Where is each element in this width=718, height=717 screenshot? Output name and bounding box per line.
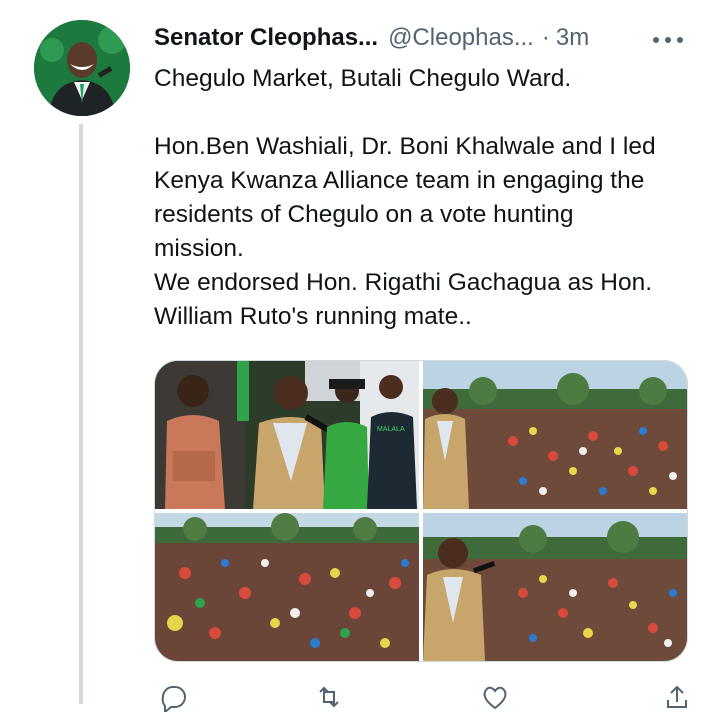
- tweet-actions: [154, 682, 694, 715]
- tweet-text-spacer: [154, 96, 699, 130]
- photo-speaker-rally[interactable]: [423, 513, 687, 661]
- share-icon[interactable]: [662, 682, 692, 717]
- header-separator: ·: [541, 24, 550, 51]
- tweet-text-first-line: Chegulo Market, Butali Chegulo Ward.: [154, 65, 572, 92]
- thread-connector-line: [79, 124, 83, 704]
- photo-rally-crowd[interactable]: [423, 361, 687, 509]
- more-horizontal-icon[interactable]: [650, 26, 686, 52]
- photo-crowd-wide[interactable]: [155, 513, 419, 661]
- tweet-timestamp[interactable]: 3m: [556, 24, 589, 52]
- photo-speaker-crowd[interactable]: MALALA: [155, 361, 419, 509]
- tweet-media-grid: MALALA: [154, 360, 688, 662]
- reply-icon[interactable]: [158, 682, 188, 717]
- author-avatar[interactable]: [34, 20, 130, 116]
- like-icon[interactable]: [480, 682, 510, 717]
- svg-text:MALALA: MALALA: [377, 426, 405, 433]
- tweet-text-body: Hon.Ben Washiali, Dr. Boni Khalwale and …: [154, 133, 656, 330]
- author-display-name[interactable]: Senator Cleophas...: [154, 24, 378, 52]
- author-handle[interactable]: @Cleophas...: [388, 24, 534, 52]
- tweet-text: Chegulo Market, Butali Chegulo Ward. Hon…: [154, 62, 699, 334]
- tweet-header: Senator Cleophas... @Cleophas... · 3m: [154, 22, 694, 54]
- retweet-icon[interactable]: [314, 682, 344, 717]
